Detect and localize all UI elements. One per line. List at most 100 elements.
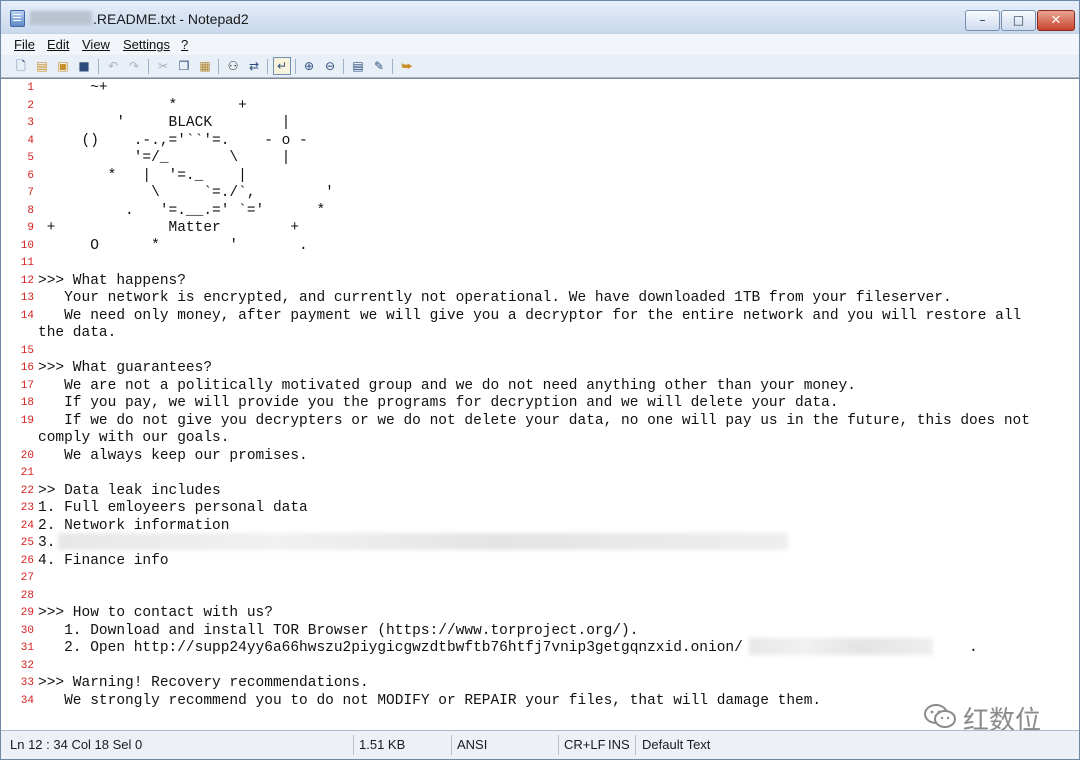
redacted-onion-path (749, 638, 933, 655)
close-button[interactable]: ✕ (1037, 10, 1075, 31)
status-divider (558, 735, 559, 755)
status-position: Ln 12 : 34 Col 18 Sel 0 (10, 737, 143, 752)
text-line[interactable]: () .-.,='``'=. - o - (38, 133, 308, 150)
wechat-icon (924, 704, 956, 728)
line-number: 4 (27, 134, 34, 147)
text-line[interactable]: + Matter + (38, 220, 299, 237)
text-line[interactable]: >> Data leak includes (38, 483, 221, 500)
text-line[interactable]: * + (38, 98, 247, 115)
line-number: 2 (27, 99, 34, 112)
line-number: 32 (20, 659, 34, 672)
undo-icon[interactable]: ↶ (105, 58, 121, 74)
status-line-endings[interactable]: CR+LF (564, 737, 606, 752)
text-line[interactable]: '=/_ \ | (38, 150, 291, 167)
text-line[interactable]: * | '=._ | (38, 168, 247, 185)
line-number: 1 (27, 82, 34, 94)
line-number: 30 (20, 624, 34, 637)
text-line[interactable]: We need only money, after payment we wil… (38, 308, 1021, 325)
line-number: 24 (20, 519, 34, 532)
status-insert-mode[interactable]: INS (608, 737, 630, 752)
copy-icon[interactable]: ❐ (176, 58, 192, 74)
text-line[interactable]: >>> What happens? (38, 273, 186, 290)
text-line[interactable]: 4. Finance info (38, 553, 169, 570)
open-icon[interactable]: ▤ (34, 58, 50, 74)
menu-help-label: ? (181, 37, 189, 52)
line-number: 8 (27, 204, 34, 217)
menu-edit-label: Edit (47, 37, 70, 52)
maximize-button[interactable]: □ (1001, 10, 1036, 31)
line-number: 33 (20, 677, 34, 689)
redo-icon[interactable]: ↷ (126, 58, 142, 74)
text-line[interactable]: 2. Network information (38, 518, 229, 535)
text-line[interactable]: 3. (38, 535, 55, 552)
line-number: 19 (20, 414, 34, 427)
line-number: 5 (27, 152, 34, 164)
text-line[interactable]: \ `=./`, ' (38, 185, 334, 202)
line-number: 21 (20, 467, 34, 479)
line-number: 22 (20, 484, 34, 497)
text-line[interactable]: ' BLACK | (38, 115, 290, 132)
text-line[interactable]: If we do not give you decrypters or we d… (38, 413, 1030, 430)
toolbar-separator (148, 59, 149, 74)
text-line[interactable]: >>> How to contact with us? (38, 605, 273, 622)
notepad2-app-icon[interactable] (10, 10, 25, 27)
text-line[interactable]: 1. Download and install TOR Browser (htt… (38, 623, 638, 640)
line-number: 13 (20, 292, 34, 304)
line-number: 18 (20, 397, 34, 409)
notepad2-window: .README.txt - Notepad2 – □ ✕ File Edit V… (0, 0, 1080, 760)
text-line[interactable]: If you pay, we will provide you the prog… (38, 395, 838, 412)
line-number-gutter: 1 2 3 4 5 6 7 8 9 10 11 12 13 14 15 16 17 18 19 20 21 22 23 24 2… (1, 79, 37, 731)
paste-icon[interactable]: ▦ (197, 58, 213, 74)
line-number: 25 (20, 537, 34, 549)
exit-icon[interactable]: ⮩ (399, 58, 415, 74)
line-number: 29 (20, 607, 34, 619)
cut-icon[interactable]: ✂ (155, 58, 171, 74)
word-wrap-icon[interactable]: ↵ (273, 57, 291, 75)
text-line[interactable]: comply with our goals. (38, 430, 229, 447)
text-line[interactable]: We are not a politically motivated group… (38, 378, 856, 395)
line-number: 15 (20, 344, 34, 357)
toolbar-separator (98, 59, 99, 74)
text-line[interactable]: . '=.__.=' `=' * (38, 203, 325, 220)
line-number: 16 (20, 362, 34, 374)
browse-icon[interactable]: ▣ (55, 58, 71, 74)
text-line[interactable]: Your network is encrypted, and currently… (38, 290, 952, 307)
menu-edit[interactable]: Edit (47, 37, 69, 52)
menu-view[interactable]: View (82, 37, 110, 52)
text-line[interactable]: ~+ (38, 80, 107, 97)
menu-settings[interactable]: Settings (123, 37, 170, 52)
customize-scheme-icon[interactable]: ✎ (371, 58, 387, 74)
line-number: 17 (20, 379, 34, 392)
text-line[interactable]: We strongly recommend you to do not MODI… (38, 693, 821, 710)
redacted-filename (30, 11, 92, 25)
save-icon[interactable]: ■ (76, 58, 92, 74)
text-line[interactable]: the data. (38, 325, 116, 342)
find-icon[interactable]: ⚇ (225, 58, 241, 74)
status-divider (635, 735, 636, 755)
new-icon[interactable]: 🗋 (13, 58, 29, 74)
line-number: 14 (20, 309, 34, 322)
zoom-out-icon[interactable]: ⊖ (322, 58, 338, 74)
toolbar-separator (343, 59, 344, 74)
text-line[interactable]: We always keep our promises. (38, 448, 308, 465)
menu-help[interactable]: ? (181, 37, 188, 52)
text-line[interactable]: 1. Full emloyeers personal data (38, 500, 308, 517)
line-number: 6 (27, 169, 34, 182)
status-scheme[interactable]: Default Text (642, 737, 710, 752)
text-line[interactable]: O * ' . (38, 238, 308, 255)
redacted-data-line (58, 533, 788, 550)
status-encoding[interactable]: ANSI (457, 737, 487, 752)
text-line[interactable]: >>> What guarantees? (38, 360, 212, 377)
replace-icon[interactable]: ⇄ (246, 58, 262, 74)
select-scheme-icon[interactable]: ▤ (350, 58, 366, 74)
line-number: 7 (27, 187, 34, 199)
menu-file[interactable]: File (14, 37, 35, 52)
text-editor[interactable]: 1 2 3 4 5 6 7 8 9 10 11 12 13 14 15 16 17 18 19 20 21 22 23 24 2… (1, 78, 1079, 736)
title-bar[interactable]: .README.txt - Notepad2 – □ ✕ (1, 1, 1079, 33)
minimize-button[interactable]: – (965, 10, 1000, 31)
line-number: 34 (20, 694, 34, 707)
status-divider (353, 735, 354, 755)
zoom-in-icon[interactable]: ⊕ (301, 58, 317, 74)
line-number: 11 (20, 257, 34, 269)
text-line[interactable]: >>> Warning! Recovery recommendations. (38, 675, 369, 692)
